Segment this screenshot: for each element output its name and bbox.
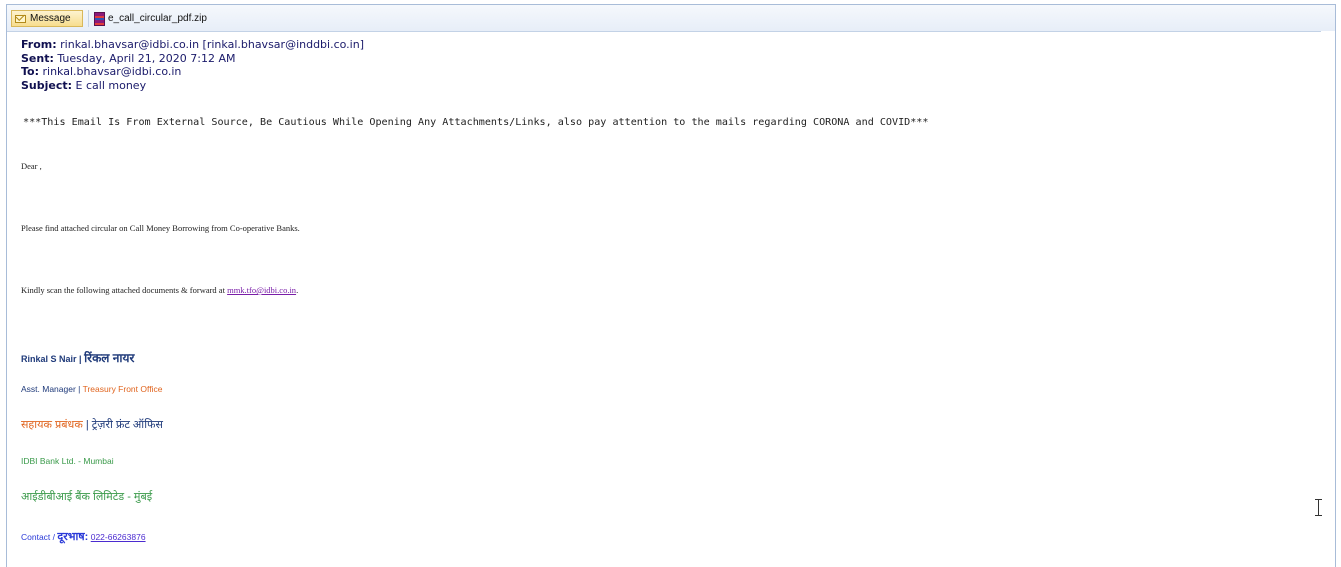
signature-name: Rinkal S Nair | रिंकल नायर — [21, 349, 134, 366]
signature-title-en-1: Asst. Manager — [21, 384, 76, 394]
signature-name-en: Rinkal S Nair — [21, 354, 77, 364]
greeting: Dear , — [21, 161, 42, 171]
signature-title-hi-1: सहायक प्रबंधक — [21, 419, 86, 431]
message-tab-bar: Message e_call_circular_pdf.zip — [7, 5, 1335, 32]
body-line-scan: Kindly scan the following attached docum… — [21, 285, 298, 295]
contact-label-hi: दूरभाष: — [57, 531, 89, 543]
from-value[interactable]: rinkal.bhavsar@idbi.co.in [rinkal.bhavsa… — [60, 38, 364, 51]
external-source-warning: ***This Email Is From External Source, B… — [23, 117, 929, 128]
signature-contact: Contact / दूरभाष: 022-66263876 — [21, 529, 146, 544]
tab-message-label: Message — [30, 13, 71, 24]
message-header: From: rinkal.bhavsar@idbi.co.in [rinkal.… — [21, 38, 364, 92]
tab-attachment-zip[interactable]: e_call_circular_pdf.zip — [88, 10, 218, 27]
text-cursor-icon — [1314, 498, 1324, 518]
scan-period: . — [296, 285, 299, 295]
vertical-scrollbar[interactable] — [1321, 31, 1335, 567]
from-label: From: — [21, 38, 57, 51]
scan-text: Kindly scan the following attached docum… — [21, 285, 228, 295]
signature-separator: | — [76, 354, 85, 364]
email-reading-pane: Message e_call_circular_pdf.zip From: ri… — [6, 4, 1336, 567]
tab-message[interactable]: Message — [11, 10, 83, 27]
to-line: To: rinkal.bhavsar@idbi.co.in — [21, 65, 364, 79]
signature-name-hi: रिंकल नायर — [84, 351, 135, 365]
sent-line: Sent: Tuesday, April 21, 2020 7:12 AM — [21, 52, 364, 66]
signature-title-hindi: सहायक प्रबंधक | ट्रेज़री फ्रंट ऑफिस — [21, 419, 163, 431]
tab-attachment-label: e_call_circular_pdf.zip — [108, 13, 207, 24]
signature-title-hi-2: ट्रेज़री फ्रंट ऑफिस — [88, 419, 163, 431]
signature-bank-en: IDBI Bank Ltd. - Mumbai — [21, 456, 114, 466]
subject-label: Subject: — [21, 78, 73, 92]
to-label: To: — [21, 65, 39, 78]
envelope-icon — [15, 14, 26, 23]
forward-email-link[interactable]: mmk.tfo@idbi.co.in — [227, 285, 296, 295]
message-body: From: rinkal.bhavsar@idbi.co.in [rinkal.… — [7, 31, 1321, 567]
sent-value: Tuesday, April 21, 2020 7:12 AM — [57, 51, 236, 65]
body-line-circular: Please find attached circular on Call Mo… — [21, 223, 300, 233]
signature-title-en-2: Treasury Front Office — [82, 384, 163, 394]
to-value[interactable]: rinkal.bhavsar@idbi.co.in — [43, 65, 182, 78]
signature-bank-hindi: आईडीबीआई बैंक लिमिटेड - मुंबई — [21, 491, 153, 503]
subject-value: E call money — [75, 78, 147, 92]
sent-label: Sent: — [21, 51, 54, 65]
subject-line: Subject: E call money — [21, 79, 364, 93]
contact-label: Contact / — [21, 532, 58, 542]
from-line: From: rinkal.bhavsar@idbi.co.in [rinkal.… — [21, 38, 364, 52]
signature-title: Asst. Manager | Treasury Front Office — [21, 384, 163, 394]
zip-archive-icon — [94, 11, 105, 26]
contact-phone-link[interactable]: 022-66263876 — [91, 532, 146, 542]
